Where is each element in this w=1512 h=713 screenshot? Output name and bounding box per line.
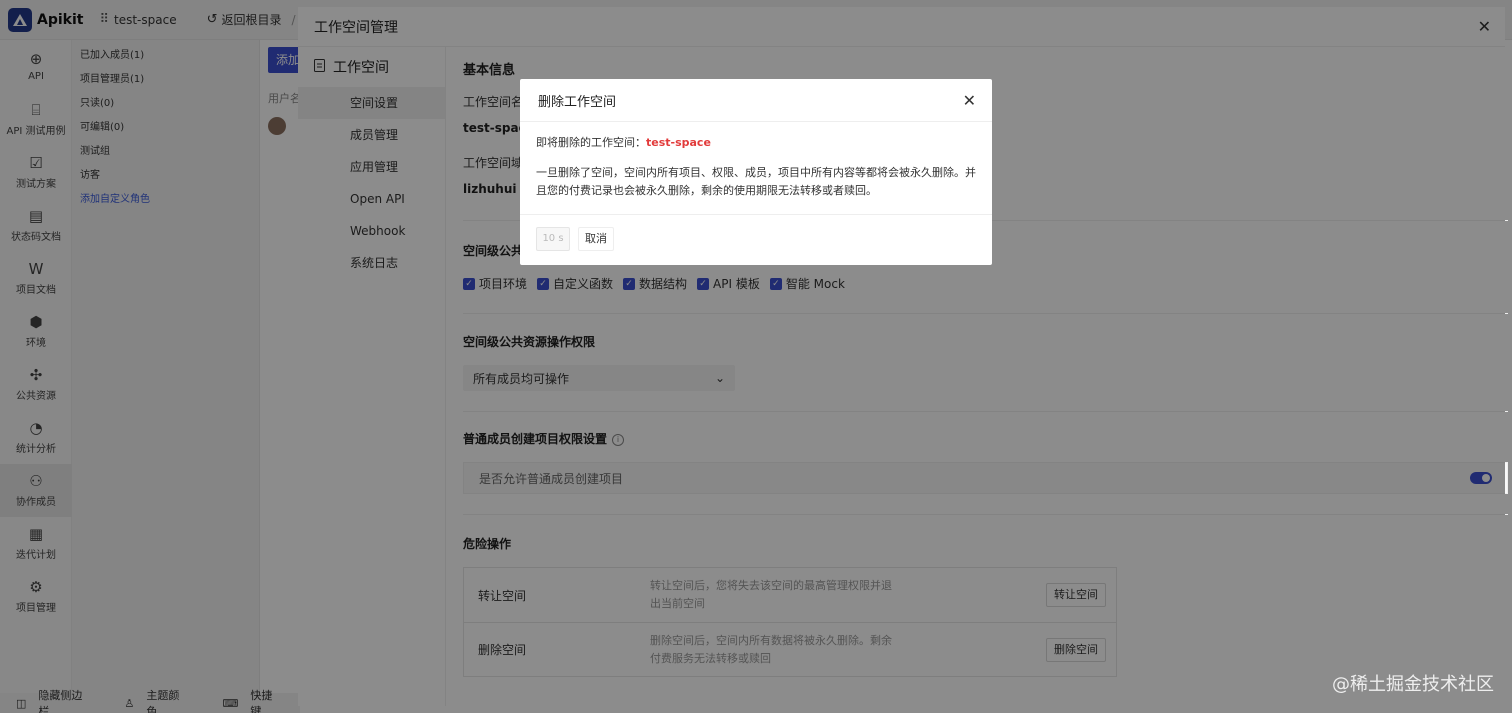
- modal-body: 即将删除的工作空间：test-space 一旦删除了空间，空间内所有项目、权限、…: [520, 122, 992, 215]
- delete-target-line: 即将删除的工作空间：test-space: [536, 134, 976, 150]
- delete-workspace-modal: 删除工作空间 ✕ 即将删除的工作空间：test-space 一旦删除了空间，空间…: [520, 79, 992, 265]
- confirm-delete-countdown-button[interactable]: 10 s: [536, 227, 570, 251]
- cancel-button[interactable]: 取消: [578, 227, 614, 251]
- modal-footer: 10 s 取消: [520, 215, 992, 263]
- delete-warning-text: 一旦删除了空间，空间内所有项目、权限、成员，项目中所有内容等都将会被永久删除。并…: [536, 166, 976, 197]
- delete-target-prefix: 即将删除的工作空间：: [536, 136, 646, 149]
- modal-title: 删除工作空间: [538, 94, 617, 110]
- close-icon[interactable]: ✕: [963, 91, 976, 110]
- modal-header: 删除工作空间 ✕: [520, 79, 992, 122]
- delete-target-name: test-space: [646, 136, 711, 149]
- watermark: @稀土掘金技术社区: [1332, 674, 1494, 695]
